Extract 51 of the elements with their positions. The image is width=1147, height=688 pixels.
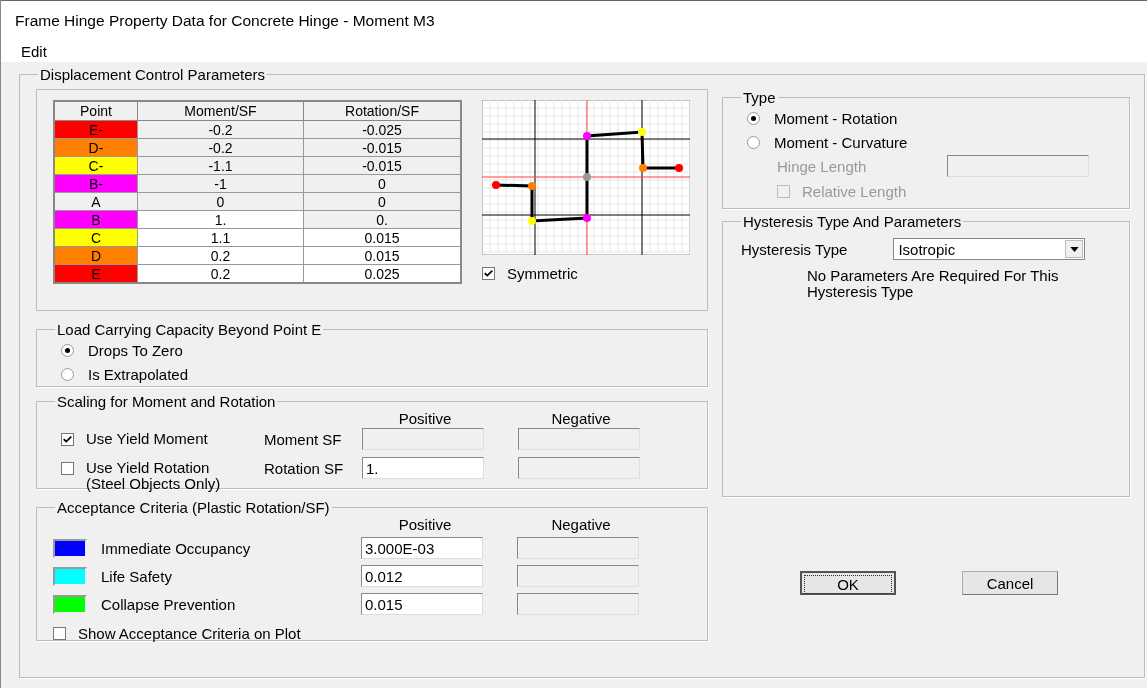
note-text: (Steel Objects Only) <box>86 476 222 492</box>
menu-item[interactable]: Edit <box>21 42 47 60</box>
column-header: Point <box>54 101 138 121</box>
group-title: Type <box>742 89 777 106</box>
radio-button[interactable] <box>61 367 74 381</box>
color-swatch[interactable] <box>53 566 87 586</box>
hysteresis-dropdown[interactable]: Isotropic <box>893 238 1086 260</box>
field-label: Hysteresis Type <box>741 240 848 258</box>
group-title: Hysteresis Type And Parameters <box>742 213 963 230</box>
checkbox[interactable] <box>61 433 74 446</box>
criteria-label: Collapse Prevention <box>101 595 237 613</box>
radio-label: Moment - Rotation <box>774 109 898 127</box>
criteria-label: Immediate Occupancy <box>101 539 252 557</box>
cancel-button[interactable]: Cancel <box>962 571 1058 595</box>
criteria-label: Life Safety <box>101 567 173 585</box>
info-text: No Parameters Are Required For This Hysteresis Type <box>807 268 1060 300</box>
checkbox-label: Show Acceptance Criteria on Plot <box>78 624 301 642</box>
input-field[interactable]: 1. <box>362 457 484 479</box>
window-title: Frame Hinge Property Data for Concrete Hinge - Moment M3 <box>15 11 435 30</box>
radio-button[interactable] <box>747 135 760 149</box>
field-label: Hinge Length <box>777 157 868 175</box>
radio-label: Drops To Zero <box>88 341 183 359</box>
column-header: Positive <box>397 410 453 428</box>
group-title: Load Carrying Capacity Beyond Point E <box>56 321 323 338</box>
field-label: Rotation SF <box>264 459 345 477</box>
column-header: Moment/SF <box>137 101 304 121</box>
checkbox[interactable] <box>482 267 495 280</box>
group-title: Displacement Control Parameters <box>39 66 267 83</box>
color-swatch[interactable] <box>53 538 87 558</box>
checkbox[interactable] <box>53 626 66 640</box>
radio-button[interactable] <box>61 343 74 357</box>
column-header: Negative <box>550 410 612 428</box>
radio-button[interactable] <box>747 111 760 125</box>
checkbox-label: Use Yield Moment <box>86 431 209 447</box>
column-header: Positive <box>397 516 453 534</box>
input-field[interactable]: 0.012 <box>361 565 483 587</box>
radio-label: Moment - Curvature <box>774 133 908 151</box>
input-field[interactable]: 0.015 <box>361 593 483 615</box>
checkbox-label: Relative Length <box>802 182 907 200</box>
field-label: Moment SF <box>264 430 343 448</box>
input-field[interactable]: 3.000E-03 <box>361 537 483 559</box>
checkbox-label: Symmetric <box>507 265 578 282</box>
radio-label: Is Extrapolated <box>88 365 189 383</box>
group-title: Scaling for Moment and Rotation <box>56 393 277 410</box>
group-title: Acceptance Criteria (Plastic Rotation/SF) <box>56 499 331 516</box>
checkbox[interactable] <box>61 462 74 475</box>
column-header: Rotation/SF <box>303 101 461 121</box>
checkbox-label: Use Yield Rotation <box>86 460 211 476</box>
ok-button[interactable]: OK <box>800 571 896 595</box>
color-swatch[interactable] <box>53 594 87 614</box>
column-header: Negative <box>550 516 612 534</box>
